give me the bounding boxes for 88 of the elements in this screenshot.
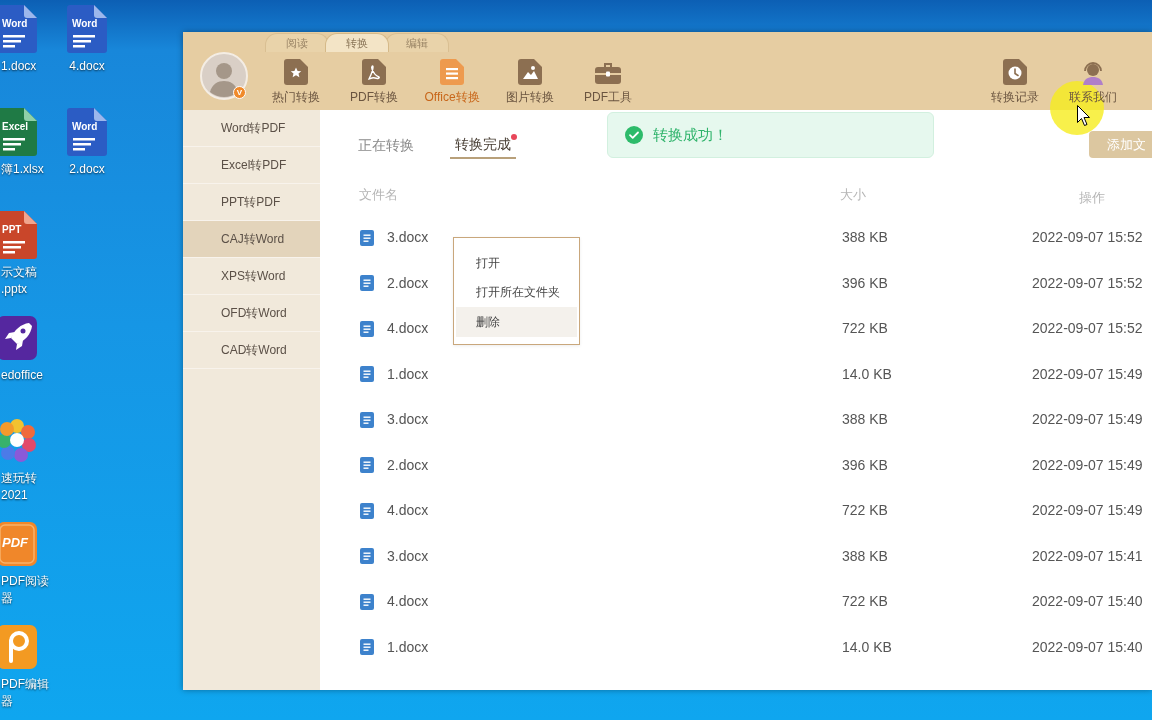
text-document-icon	[440, 59, 464, 85]
word-document-icon[interactable]	[0, 5, 37, 53]
spreadsheet-icon[interactable]	[0, 108, 37, 156]
pdf-document-icon	[362, 59, 386, 85]
toolbar-button[interactable]: PDF工具	[569, 52, 647, 104]
document-icon	[360, 411, 374, 428]
toolbar-button[interactable]: PDF转换	[335, 52, 413, 104]
file-size: 396 KB	[841, 455, 889, 475]
rocket-app-icon[interactable]	[0, 314, 37, 362]
file-size: 14.0 KB	[841, 637, 893, 657]
document-icon	[360, 229, 374, 246]
column-header: 大小	[840, 186, 867, 205]
document-icon	[360, 548, 374, 565]
conversion-time: 2022-09-07 15:40	[1032, 637, 1144, 657]
conversion-time: 2022-09-07 15:49	[1032, 410, 1144, 430]
mode-tab[interactable]: 转换	[325, 33, 389, 52]
icon-text: PDF	[2, 537, 28, 549]
file-name: 4.docx	[387, 501, 429, 521]
file-name: 3.docx	[387, 546, 429, 566]
toolbar-button[interactable]: 热门转换	[257, 52, 335, 104]
conversion-time: 2022-09-07 15:49	[1032, 364, 1144, 384]
file-name: 1.docx	[387, 637, 429, 657]
desktop-icon-label: 示文稿 .pptx	[1, 264, 37, 298]
clock-document-icon	[1003, 59, 1027, 85]
icon-text: Word	[72, 18, 98, 30]
document-icon	[360, 502, 374, 519]
toolbar-button[interactable]: 转换记录	[976, 52, 1054, 104]
menu-item[interactable]: 打开	[456, 248, 577, 278]
icon-text: Word	[72, 121, 98, 133]
file-name: 3.docx	[387, 228, 429, 248]
word-document-icon[interactable]	[67, 108, 107, 156]
app-logo-icon[interactable]	[0, 623, 37, 671]
conversion-time: 2022-09-07 15:41	[1032, 546, 1144, 566]
picture-document-icon	[518, 59, 542, 85]
file-size: 722 KB	[841, 592, 889, 612]
file-name: 1.docx	[387, 364, 429, 384]
file-size: 722 KB	[841, 319, 889, 339]
file-name: 4.docx	[387, 592, 429, 612]
conversion-time: 2022-09-07 15:40	[1032, 592, 1144, 612]
file-size: 388 KB	[841, 546, 889, 566]
file-name: 3.docx	[387, 410, 429, 430]
desktop-icon-label: 2.docx	[69, 161, 105, 178]
file-size: 388 KB	[841, 228, 889, 248]
file-size: 396 KB	[841, 273, 889, 293]
conversion-time: 2022-09-07 15:52	[1032, 319, 1144, 339]
pinwheel-app-icon[interactable]	[0, 417, 37, 465]
star-document-icon	[284, 59, 308, 85]
toolbar-button[interactable]: 图片转换	[491, 52, 569, 104]
result-tab[interactable]: 正在转换	[353, 132, 419, 159]
desktop-icon-label: 速玩转 2021	[1, 470, 37, 504]
menu-item[interactable]: 删除	[456, 307, 577, 337]
file-size: 14.0 KB	[841, 364, 893, 384]
desktop-icon-label: PDF编辑 器	[1, 676, 49, 710]
document-icon	[360, 457, 374, 474]
check-circle-icon	[625, 126, 643, 144]
desktop-icon-label: edoffice	[1, 367, 43, 384]
word-document-icon[interactable]	[67, 5, 107, 53]
icon-text: PPT	[2, 224, 22, 236]
sidebar-item[interactable]: CAJ转Word	[183, 221, 320, 258]
toast-message: 转换成功！	[653, 124, 728, 145]
conversion-time: 2022-09-07 15:52	[1032, 273, 1144, 293]
document-icon	[360, 320, 374, 337]
file-name: 2.docx	[387, 455, 429, 475]
conversion-time: 2022-09-07 15:49	[1032, 501, 1144, 521]
pdf-app-icon[interactable]	[0, 520, 37, 568]
presentation-icon[interactable]	[0, 211, 37, 259]
result-tab[interactable]: 转换完成	[450, 132, 516, 159]
document-icon	[360, 275, 374, 292]
document-icon	[360, 593, 374, 610]
file-name: 4.docx	[387, 319, 429, 339]
file-size: 388 KB	[841, 410, 889, 430]
column-header: 文件名	[358, 186, 399, 205]
document-icon	[360, 366, 374, 383]
conversion-time: 2022-09-07 15:52	[1032, 228, 1144, 248]
desktop-icon-label: 4.docx	[69, 58, 105, 75]
file-size: 722 KB	[841, 501, 889, 521]
mouse-pointer-icon	[1077, 105, 1090, 126]
desktop-icon-label: 1.docx	[1, 58, 37, 75]
icon-text: Word	[2, 18, 28, 30]
document-icon	[360, 639, 374, 656]
file-name: 2.docx	[387, 273, 429, 293]
headset-person-icon	[1080, 59, 1106, 85]
conversion-time: 2022-09-07 15:49	[1032, 455, 1144, 475]
column-header: 操作	[1078, 188, 1106, 207]
desktop-icon-label: PDF阅读 器	[1, 573, 49, 607]
menu-item[interactable]: 打开所在文件夹	[456, 277, 577, 307]
icon-text: Excel	[2, 121, 29, 133]
desktop-icon-label: 簿1.xlsx	[1, 161, 44, 178]
